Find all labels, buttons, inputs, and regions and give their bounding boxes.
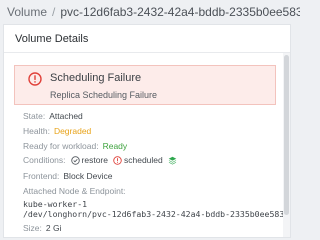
- state-row: State: Attached: [23, 111, 83, 121]
- breadcrumb-current-volume: pvc-12d6fab3-2432-42a4-bddb-2335b0ee5839: [60, 5, 300, 19]
- breadcrumb-volume-link[interactable]: Volume: [7, 5, 47, 19]
- breadcrumb-separator: /: [52, 5, 56, 19]
- state-label: State:: [23, 111, 46, 121]
- layers-icon: [168, 156, 177, 164]
- size-label: Size:: [23, 223, 42, 233]
- scrollbar[interactable]: [283, 53, 290, 237]
- health-label: Health:: [23, 126, 50, 136]
- condition-scheduled-label: scheduled: [124, 155, 163, 165]
- scrollbar-thumb[interactable]: [284, 55, 289, 215]
- ready-row: Ready for workload: Ready: [23, 141, 127, 151]
- breadcrumb: Volume / pvc-12d6fab3-2432-42a4-bddb-233…: [0, 0, 300, 24]
- attached-label: Attached Node & Endpoint:: [23, 186, 126, 196]
- attached-row: Attached Node & Endpoint:: [23, 186, 126, 196]
- conditions-label: Conditions:: [23, 155, 66, 165]
- frontend-row: Frontend: Block Device: [23, 171, 113, 181]
- attached-endpoint: /dev/longhorn/pvc-12d6fab3-2432-42a4-bdd…: [23, 209, 290, 219]
- state-value: Attached: [49, 111, 83, 121]
- size-row: Size: 2 Gi: [23, 223, 62, 233]
- error-circle-icon: [28, 72, 42, 86]
- card-title: Volume Details: [15, 33, 89, 45]
- check-circle-icon: [70, 155, 80, 165]
- alert-circle-icon: [113, 155, 122, 165]
- scheduling-failure-alert: Scheduling Failure Replica Scheduling Fa…: [14, 65, 276, 105]
- condition-restore[interactable]: restore: [70, 155, 108, 165]
- frontend-label: Frontend:: [23, 171, 60, 181]
- condition-scheduled[interactable]: scheduled: [113, 155, 163, 165]
- card-divider: [4, 52, 290, 53]
- health-value: Degraded: [53, 126, 92, 136]
- alert-description: Replica Scheduling Failure: [50, 90, 158, 100]
- volume-details-card: Volume Details Scheduling Failure Replic…: [3, 24, 291, 238]
- ready-value: Ready: [102, 141, 128, 151]
- size-value: 2 Gi: [45, 223, 62, 233]
- alert-title: Scheduling Failure: [50, 72, 142, 84]
- ready-label: Ready for workload:: [23, 141, 99, 151]
- condition-restore-label: restore: [81, 155, 108, 165]
- conditions-row: Conditions: restore scheduled: [23, 155, 179, 165]
- health-row: Health: Degraded: [23, 126, 91, 136]
- frontend-value: Block Device: [63, 171, 113, 181]
- condition-layers[interactable]: [168, 156, 179, 165]
- attached-node: kube-worker-1: [23, 199, 88, 209]
